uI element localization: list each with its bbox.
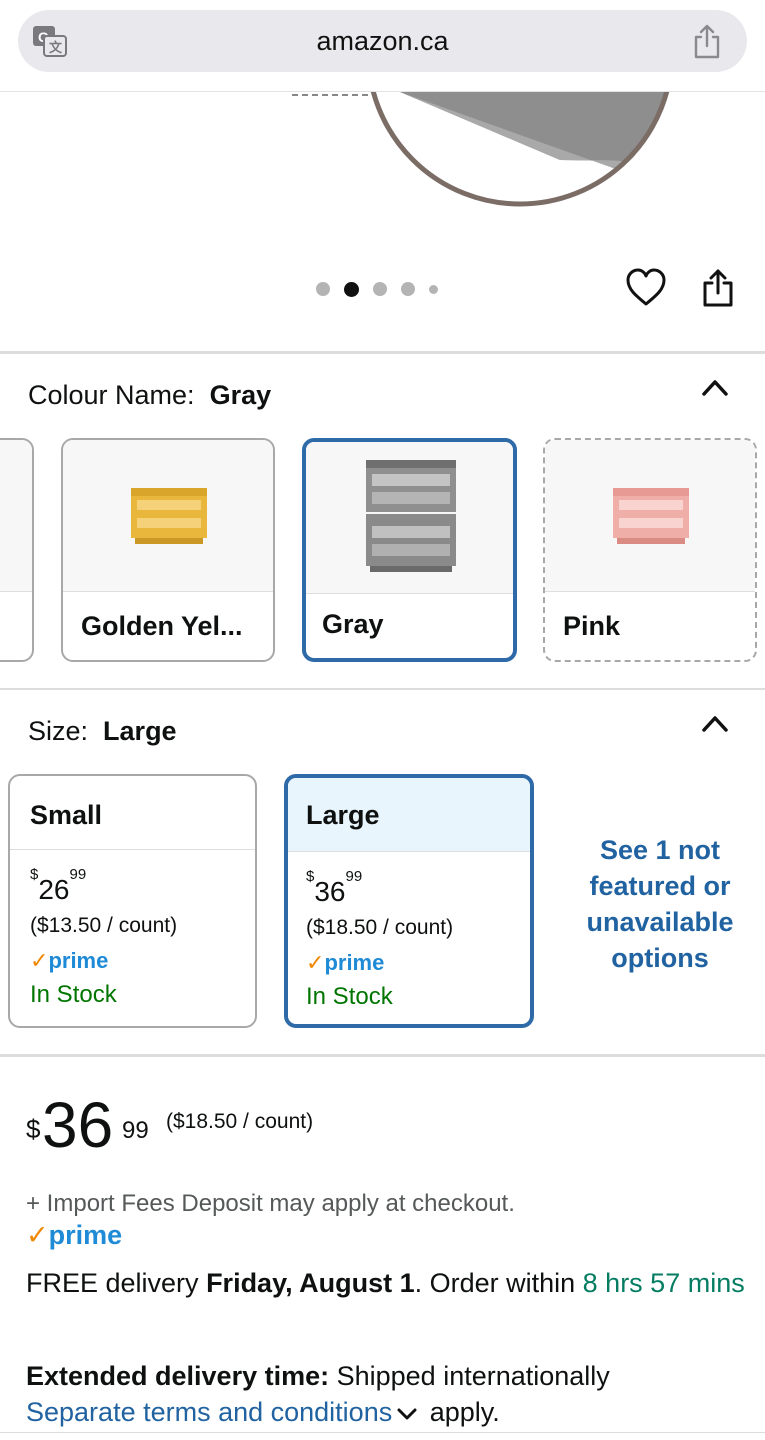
- prime-badge: ✓prime: [26, 1220, 122, 1251]
- price-per-count: ($18.50 / count): [166, 1110, 314, 1133]
- crate-image: [131, 488, 207, 544]
- swatch-name: Gray: [322, 609, 384, 639]
- import-fees-note: + Import Fees Deposit may apply at check…: [26, 1190, 515, 1217]
- carousel-dot[interactable]: [401, 282, 415, 296]
- size-option-name: Large: [306, 800, 380, 830]
- delivery-mid: . Order within: [414, 1268, 583, 1298]
- price-whole: 36: [42, 1089, 114, 1161]
- carousel-dot[interactable]: [373, 282, 387, 296]
- size-selected-value: Large: [103, 716, 177, 746]
- currency-symbol: $: [30, 865, 39, 883]
- currency-symbol: $: [26, 1114, 41, 1144]
- stock-status: In Stock: [30, 981, 117, 1008]
- url-text[interactable]: amazon.ca: [18, 26, 747, 57]
- colour-swatch-pink[interactable]: Pink: [543, 438, 757, 662]
- divider: [0, 351, 765, 354]
- colour-selected-value: Gray: [209, 380, 272, 410]
- terms-suffix: apply.: [422, 1397, 500, 1427]
- carousel-dot[interactable]: [316, 282, 330, 296]
- size-option-header: Large: [288, 778, 530, 852]
- swatch-thumbnail: [306, 442, 513, 594]
- chevron-up-icon[interactable]: [700, 376, 730, 398]
- colour-name-row: Colour Name: Gray: [28, 380, 271, 411]
- prime-check-icon: ✓: [306, 950, 325, 975]
- share-icon[interactable]: [701, 268, 735, 308]
- prime-check-icon: ✓: [30, 948, 49, 973]
- colour-name-label: Colour Name:: [28, 380, 195, 410]
- colour-swatch-gray[interactable]: Gray: [302, 438, 517, 662]
- size-row: Size: Large: [28, 716, 177, 747]
- chevron-up-icon[interactable]: [700, 712, 730, 734]
- swatch-name: Golden Yel...: [81, 611, 243, 641]
- product-image[interactable]: [0, 92, 765, 352]
- colour-swatch-golden-yellow[interactable]: Golden Yel...: [61, 438, 275, 662]
- price-fraction: 99: [69, 865, 87, 883]
- crate-image: [613, 488, 689, 544]
- swatch-thumbnail: [0, 440, 32, 592]
- swatch-name: Pink: [563, 611, 621, 641]
- delivery-date: Friday, August 1: [206, 1268, 415, 1298]
- product-image-zoom-circle: [292, 92, 670, 207]
- prime-badge: ✓prime: [306, 950, 384, 976]
- size-option-header: Small: [10, 776, 255, 850]
- share-icon[interactable]: [691, 24, 723, 60]
- swatch-thumbnail: [545, 440, 755, 592]
- divider: [0, 1432, 765, 1433]
- currency-symbol: $: [306, 867, 315, 885]
- divider: [0, 688, 765, 690]
- size-option-name: Small: [30, 800, 103, 830]
- delivery-message: FREE delivery Friday, August 1. Order wi…: [26, 1266, 746, 1301]
- size-option-small[interactable]: Small $2699 ($13.50 / count) ✓prime In S…: [8, 774, 257, 1028]
- crate-image: [366, 460, 456, 572]
- prime-text: prime: [48, 948, 109, 973]
- price-fraction: 99: [122, 1117, 149, 1144]
- size-option-price: $3699: [306, 868, 362, 908]
- carousel-dot[interactable]: [429, 284, 438, 294]
- price-fraction: 99: [345, 867, 363, 885]
- delivery-countdown: 8 hrs 57 mins: [582, 1268, 745, 1298]
- prime-badge: ✓prime: [30, 948, 108, 974]
- heart-icon[interactable]: [625, 268, 667, 308]
- price-whole: 26: [38, 874, 70, 905]
- see-unavailable-options-link[interactable]: See 1 not featured or unavailable option…: [560, 832, 760, 976]
- terms-conditions-link[interactable]: Separate terms and conditions: [26, 1397, 392, 1427]
- stock-status: In Stock: [306, 983, 393, 1010]
- extended-delivery-message: Extended delivery time: Shipped internat…: [26, 1358, 746, 1430]
- extended-delivery-text: Shipped internationally: [329, 1361, 610, 1391]
- price-whole: 36: [314, 876, 346, 907]
- colour-swatch-partial[interactable]: [0, 438, 34, 662]
- chevron-down-icon[interactable]: [396, 1407, 418, 1421]
- size-option-price: $2699: [30, 866, 86, 906]
- price-per-count: ($13.50 / count): [30, 914, 178, 937]
- prime-check-icon: ✓: [26, 1220, 49, 1250]
- divider: [0, 1054, 765, 1057]
- carousel-dot-active[interactable]: [344, 281, 359, 297]
- swatch-thumbnail: [63, 440, 273, 592]
- size-option-large[interactable]: Large $3699 ($18.50 / count) ✓prime In S…: [284, 774, 534, 1028]
- prime-text: prime: [324, 950, 385, 975]
- carousel-dots[interactable]: [316, 280, 438, 298]
- extended-delivery-label: Extended delivery time:: [26, 1361, 330, 1391]
- price-per-count: ($18.50 / count): [306, 916, 454, 939]
- browser-toolbar: G 文 amazon.ca: [0, 0, 765, 92]
- address-bar[interactable]: G 文 amazon.ca: [18, 10, 747, 72]
- prime-text: prime: [48, 1220, 123, 1250]
- size-label: Size:: [28, 716, 89, 746]
- delivery-prefix: FREE delivery: [26, 1268, 207, 1298]
